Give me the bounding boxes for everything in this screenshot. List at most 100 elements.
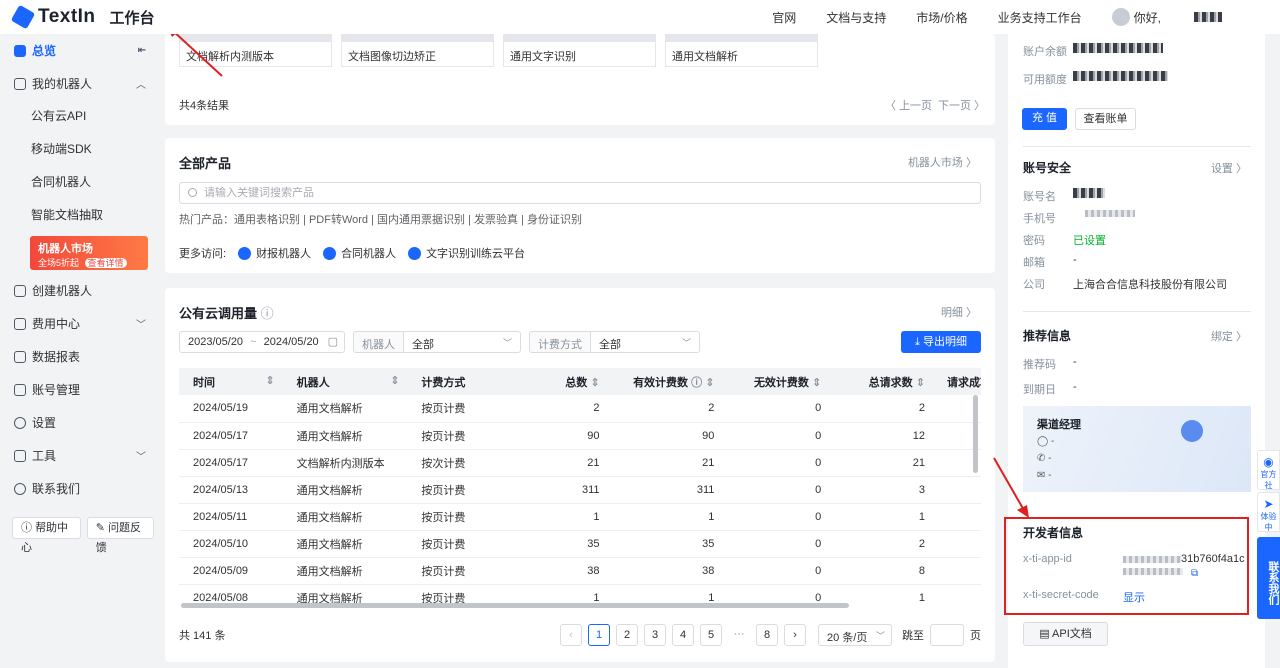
ocr-platform-link[interactable]: 文字识别训练云平台 <box>426 245 525 261</box>
table-cell: 35 <box>607 530 723 558</box>
sidebar-item-my-robots[interactable]: 我的机器人 ︿ <box>0 67 160 100</box>
page-button[interactable]: 3 <box>644 624 666 646</box>
top-bar: TextIn 工作台 官网 文档与支持 市场/价格 业务支持工作台 你好, <box>0 0 1280 34</box>
top-nav: 官网 文档与支持 市场/价格 业务支持工作台 你好, <box>772 8 1280 26</box>
user-menu[interactable]: 你好, <box>1111 8 1252 26</box>
table-row: 2024/05/11 通用文档解析 按页计费 1 1 0 1 <box>179 503 981 531</box>
nav-docs[interactable]: 文档与支持 <box>826 9 886 26</box>
info-icon[interactable]: ⓘ <box>691 377 702 389</box>
prev-page-button[interactable]: ‹ <box>560 624 582 646</box>
col-time[interactable]: 时间 ⇕ <box>179 368 283 395</box>
table-cell: 21 <box>829 449 933 477</box>
create-icon <box>14 284 26 297</box>
col-invalid[interactable]: 无效计费数 ⇕ <box>722 368 829 395</box>
page-button[interactable]: 2 <box>616 624 638 646</box>
manager-phone: ✆ - <box>1037 453 1052 464</box>
table-cell: 2024/05/13 <box>179 476 283 504</box>
product-search-input[interactable]: 请输入关键词搜索产品 <box>179 182 981 204</box>
recent-chip[interactable]: 文档图像切边矫正 <box>341 34 494 67</box>
robot-market-link[interactable]: 机器人市场 〉 <box>908 154 977 170</box>
help-center-button[interactable]: ⓘ 帮助中心 <box>12 517 81 554</box>
usage-table-wrap[interactable]: 时间 ⇕ 机器人 ⇕ 计费方式 总数 ⇕ 有效计费数 ⓘ ⇕ 无效计费数 ⇕ 总… <box>179 368 981 610</box>
sidebar-item-settings[interactable]: 设置 <box>0 406 160 439</box>
recent-chip[interactable]: 通用文档解析 <box>665 34 818 67</box>
col-robot[interactable]: 机器人 ⇕ <box>283 368 408 395</box>
robot-filter-select[interactable]: 全部 ﹀ <box>403 331 521 353</box>
col-label: 机器人 <box>296 376 330 389</box>
float-experience-center[interactable]: ➤ 体验中 <box>1257 492 1280 532</box>
sidebar-item-create-robot[interactable]: 创建机器人 <box>0 274 160 307</box>
sort-icon[interactable]: ⇕ <box>265 374 274 387</box>
sort-icon[interactable]: ⇕ <box>590 377 599 389</box>
view-bill-button[interactable]: 查看账单 <box>1075 108 1136 130</box>
bind-link[interactable]: 绑定 〉 <box>1211 328 1247 344</box>
page-size-select[interactable]: 20 条/页 ﹀ <box>818 624 892 646</box>
sidebar-item-tools[interactable]: 工具 ﹀ <box>0 439 160 472</box>
sidebar-sub-contract-robot[interactable]: 合同机器人 <box>0 166 160 199</box>
feedback-button[interactable]: ✎ 问题反馈 <box>86 517 154 554</box>
page-button[interactable]: 1 <box>588 624 610 646</box>
goto-page-input[interactable] <box>930 624 964 646</box>
finance-robot-link[interactable]: 财报机器人 <box>256 245 311 261</box>
sidebar-item-reports[interactable]: 数据报表 <box>0 340 160 373</box>
billing-filter-select[interactable]: 全部 ﹀ <box>590 331 700 353</box>
sort-icon[interactable]: ⇕ <box>705 377 714 389</box>
logo[interactable]: TextIn 工作台 <box>10 4 155 30</box>
promo-banner[interactable]: 机器人市场 全场5折起 查看详情 <box>30 236 148 270</box>
float-official-community[interactable]: ◉ 官方社 <box>1257 450 1280 490</box>
horizontal-scrollbar[interactable] <box>181 603 849 608</box>
avatar <box>1111 8 1130 26</box>
sidebar-sub-doc-extract[interactable]: 智能文档抽取 <box>0 199 160 232</box>
col-requests[interactable]: 总请求数 ⇕ <box>829 368 933 395</box>
sidebar-item-account[interactable]: 账号管理 <box>0 373 160 406</box>
chevron-down-icon: ﹀ <box>136 452 146 463</box>
next-page-link[interactable]: 下一页 〉 <box>938 97 985 113</box>
hot-products[interactable]: 热门产品：通用表格识别 | PDF转Word | 国内通用票据识别 | 发票验真… <box>179 211 582 227</box>
page-button[interactable]: 5 <box>700 624 722 646</box>
security-title: 账号安全 <box>1023 161 1072 175</box>
sort-icon[interactable]: ⇕ <box>916 377 925 389</box>
col-total[interactable]: 总数 ⇕ <box>507 368 608 395</box>
info-icon[interactable]: ⓘ <box>261 306 274 321</box>
table-cell: 0 <box>722 395 830 423</box>
sidebar-item-billing[interactable]: 费用中心 ﹀ <box>0 307 160 340</box>
detail-link[interactable]: 明细 〉 <box>941 304 977 320</box>
finance-robot-icon <box>238 246 252 260</box>
recent-chip[interactable]: 通用文字识别 <box>503 34 656 67</box>
recommend-title: 推荐信息 <box>1023 329 1072 343</box>
nav-official[interactable]: 官网 <box>772 9 796 26</box>
collapse-icon[interactable]: ⇤ <box>138 45 146 56</box>
sort-icon[interactable]: ⇕ <box>390 374 399 387</box>
page-button[interactable]: 4 <box>672 624 694 646</box>
vertical-scrollbar[interactable] <box>973 395 978 473</box>
nav-business[interactable]: 业务支持工作台 <box>998 9 1082 26</box>
nav-market[interactable]: 市场/价格 <box>916 9 967 26</box>
sort-icon[interactable]: ⇕ <box>812 377 821 389</box>
promo-cta[interactable]: 查看详情 <box>84 258 127 268</box>
export-button[interactable]: ⤓ 导出明细 <box>901 331 981 353</box>
api-doc-button[interactable]: ▤ API文档 <box>1023 622 1108 646</box>
table-header: 时间 ⇕ 机器人 ⇕ 计费方式 总数 ⇕ 有效计费数 ⓘ ⇕ 无效计费数 ⇕ 总… <box>179 368 981 395</box>
username-masked <box>1194 12 1222 22</box>
table-cell: 通用文档解析 <box>282 503 408 531</box>
date-range-picker[interactable]: 2023/05/20 ~ 2024/05/20 ▢ <box>179 331 345 353</box>
col-label: 有效计费数 <box>633 376 689 389</box>
sidebar-item-contact[interactable]: 联系我们 <box>0 472 160 505</box>
sidebar-sub-mobile-sdk[interactable]: 移动端SDK <box>0 133 160 166</box>
float-contact-button[interactable]: 联系我们 <box>1257 537 1280 619</box>
col-valid[interactable]: 有效计费数 ⓘ ⇕ <box>608 368 723 395</box>
page-button[interactable]: 8 <box>756 624 778 646</box>
table-cell: 1 <box>607 503 723 531</box>
email-value: - <box>1073 254 1077 266</box>
contract-robot-link[interactable]: 合同机器人 <box>341 245 396 261</box>
recent-chip[interactable]: 文档解析内测版本 <box>179 34 332 67</box>
security-settings-link[interactable]: 设置 〉 <box>1211 160 1247 176</box>
page-size-value: 20 条/页 <box>827 632 868 644</box>
recharge-button[interactable]: 充 值 <box>1022 108 1067 130</box>
next-page-button[interactable]: › <box>784 624 806 646</box>
sidebar-sub-public-api[interactable]: 公有云API <box>0 100 160 133</box>
table-cell: 8 <box>829 557 933 585</box>
sidebar-item-overview[interactable]: 总览 ⇤ <box>0 34 160 67</box>
page-ellipsis[interactable]: ··· <box>728 624 750 646</box>
prev-page-link[interactable]: 〈 上一页 <box>885 97 932 113</box>
